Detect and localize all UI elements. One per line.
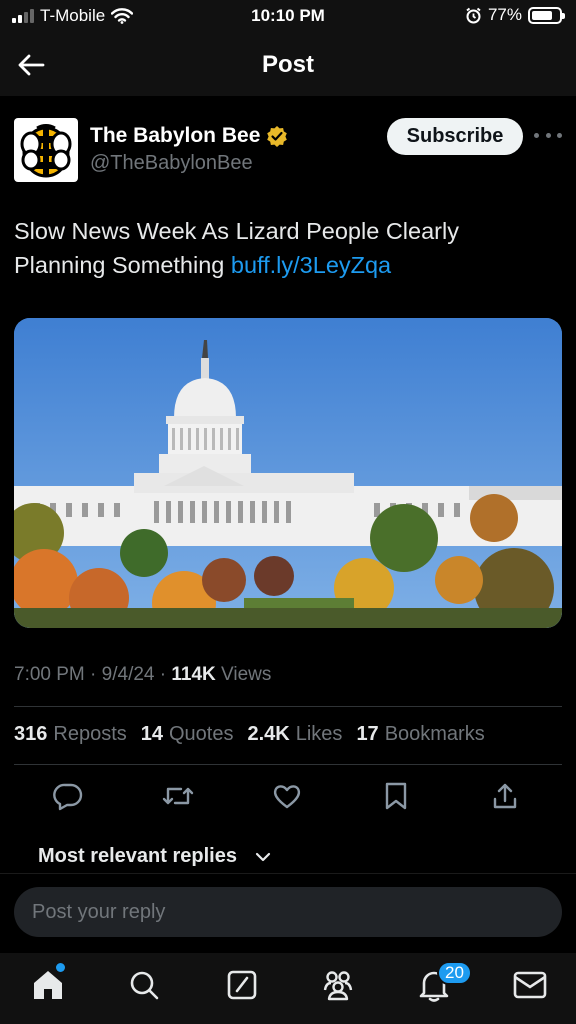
avatar[interactable] <box>14 118 78 182</box>
tab-compose[interactable] <box>222 965 262 1005</box>
more-horizontal-icon <box>534 132 539 138</box>
tab-communities[interactable] <box>318 965 358 1005</box>
post-actions <box>14 776 562 818</box>
chevron-down-icon <box>255 852 271 861</box>
like-button[interactable] <box>267 776 307 816</box>
home-icon <box>34 971 62 999</box>
babylon-bee-logo-icon <box>20 124 72 178</box>
battery-percent: 77% <box>487 5 522 24</box>
stat-count: 316 <box>14 723 48 745</box>
repost-icon <box>162 787 194 805</box>
gold-verified-badge-icon <box>267 126 288 147</box>
views-label: Views <box>215 664 272 685</box>
quotes-stat[interactable]: 14 Quotes <box>141 723 234 746</box>
tab-messages[interactable] <box>510 965 550 1005</box>
reply-button[interactable] <box>48 776 88 816</box>
reposts-stat[interactable]: 316 Reposts <box>14 723 127 746</box>
meta-separator: · <box>84 664 102 685</box>
post-meta: 7:00 PM · 9/4/24 · 114K Views <box>14 664 271 686</box>
stat-label: Quotes <box>169 723 234 745</box>
reply-input[interactable]: Post your reply <box>14 887 562 937</box>
views-count[interactable]: 114K <box>171 664 215 685</box>
stat-label: Bookmarks <box>384 723 485 745</box>
meta-separator: · <box>154 664 172 685</box>
post-stats: 316 Reposts 14 Quotes 2.4K Likes 17 Bookmark… <box>14 723 485 746</box>
tab-search[interactable] <box>124 965 164 1005</box>
post-image[interactable] <box>14 318 562 628</box>
share-button[interactable] <box>485 776 525 816</box>
author-name-text: The Babylon Bee <box>90 124 261 147</box>
repost-button[interactable] <box>158 776 198 816</box>
home-unread-dot <box>56 963 65 972</box>
stat-label: Reposts <box>53 723 127 745</box>
author-name[interactable]: The Babylon Bee <box>90 124 288 148</box>
like-icon <box>273 785 301 809</box>
post-text: Slow News Week As Lizard People Clearly … <box>14 214 554 282</box>
reply-icon <box>53 783 83 811</box>
divider <box>14 706 562 707</box>
battery-fill <box>532 10 553 20</box>
post-author: The Babylon Bee @TheBabylonBee Subscribe <box>14 116 562 182</box>
share-icon <box>493 783 517 809</box>
divider <box>14 764 562 765</box>
bookmark-button[interactable] <box>376 776 416 816</box>
reply-placeholder: Post your reply <box>32 900 166 923</box>
replies-sort-label: Most relevant replies <box>38 845 237 867</box>
post-time: 7:00 PM <box>14 664 85 685</box>
more-options-button[interactable] <box>534 128 562 142</box>
messages-icon <box>513 971 547 999</box>
bookmark-icon <box>385 782 407 810</box>
post-link[interactable]: buff.ly/3LeyZqa <box>231 252 391 278</box>
status-right: 77% <box>465 5 565 25</box>
stat-count: 14 <box>140 723 163 745</box>
compose-icon <box>227 970 257 1000</box>
stat-count: 2.4K <box>247 723 290 745</box>
post-date: 9/4/24 <box>101 664 155 685</box>
alarm-icon <box>466 7 481 23</box>
notification-count-badge: 20 <box>437 961 472 985</box>
status-bar: T-Mobile 10:10 PM 77% <box>0 0 576 34</box>
bookmarks-stat[interactable]: 17 Bookmarks <box>356 723 484 746</box>
page-title: Post <box>261 51 314 78</box>
capitol-building-photo <box>14 318 562 628</box>
communities-icon <box>323 971 353 1001</box>
stat-count: 17 <box>356 723 379 745</box>
reply-bar: Post your reply <box>0 873 576 953</box>
tab-bar: 20 <box>0 953 576 1024</box>
subscribe-button[interactable]: Subscribe <box>387 118 523 155</box>
likes-stat[interactable]: 2.4K Likes <box>247 723 342 746</box>
replies-sort-dropdown[interactable]: Most relevant replies <box>38 845 271 868</box>
author-handle[interactable]: @TheBabylonBee <box>90 152 253 175</box>
battery-icon <box>528 6 565 24</box>
top-nav: Post <box>0 34 576 96</box>
stat-label: Likes <box>295 723 343 745</box>
search-icon <box>130 971 159 1000</box>
